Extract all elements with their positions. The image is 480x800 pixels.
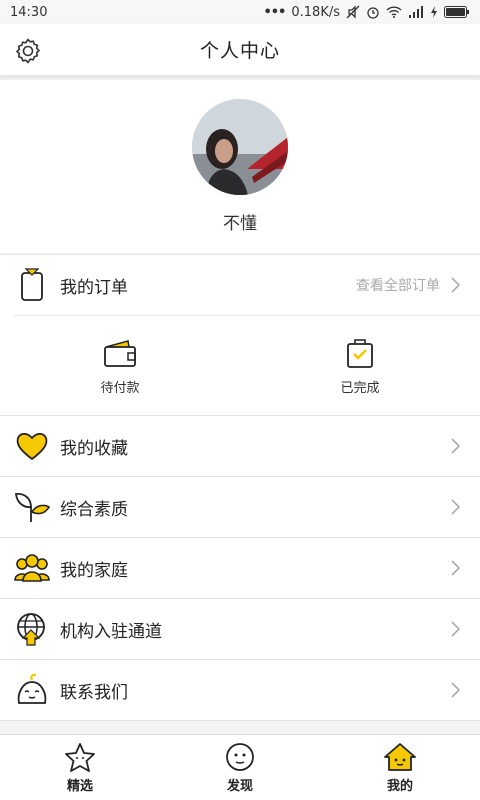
menu-item-label: 机构入驻通道 — [60, 621, 162, 642]
profile-section: 不懂 — [0, 80, 480, 253]
sprout-icon — [14, 489, 50, 525]
settings-button[interactable] — [12, 35, 44, 67]
pending-payment-label: 待付款 — [100, 380, 140, 396]
username: 不懂 — [223, 214, 257, 234]
header: 个人中心 — [0, 24, 480, 76]
menu-item-label: 我的家庭 — [60, 560, 128, 581]
chevron-right-icon — [451, 682, 460, 698]
nav-label: 我的 — [386, 779, 413, 794]
smile-sprout-icon — [14, 672, 50, 708]
battery-icon — [444, 6, 469, 18]
heart-icon — [14, 428, 50, 464]
menu-item-label: 我的收藏 — [60, 438, 128, 459]
nav-label: 精选 — [66, 779, 93, 794]
menu-item-favorites[interactable]: 我的收藏 — [0, 416, 480, 477]
menu-item-family[interactable]: 我的家庭 — [0, 538, 480, 599]
status-bar: 14:30 ••• 0.18K/s — [0, 0, 480, 24]
my-orders-row[interactable]: 我的订单 查看全部订单 — [0, 255, 480, 315]
gear-icon — [16, 38, 40, 64]
chevron-right-icon — [451, 560, 460, 576]
house-icon — [383, 741, 417, 773]
mute-icon — [346, 5, 360, 19]
more-dots-icon: ••• — [263, 4, 286, 20]
chevron-right-icon — [451, 277, 460, 293]
nav-discover[interactable]: 发现 — [160, 735, 320, 800]
menu-item-label: 综合素质 — [60, 499, 128, 520]
page-title: 个人中心 — [199, 40, 280, 62]
alarm-icon — [367, 7, 379, 19]
menu-item-label: 联系我们 — [60, 682, 128, 703]
globe-icon — [14, 611, 50, 647]
menu-list: 我的收藏 综合素质 我的家庭 机构入驻通道 联系我们 — [0, 416, 480, 721]
menu-item-institution[interactable]: 机构入驻通道 — [0, 599, 480, 660]
chevron-right-icon — [451, 499, 460, 515]
order-status-row: 待付款 已完成 — [0, 316, 480, 416]
charging-icon — [431, 6, 437, 18]
star-icon — [63, 741, 97, 773]
wallet-icon — [102, 337, 138, 369]
bottom-nav: 精选 发现 我的 — [0, 734, 480, 800]
orders-section: 我的订单 查看全部订单 待付款 已完成 — [0, 254, 480, 416]
status-time: 14:30 — [10, 4, 48, 20]
status-indicators: ••• 0.18K/s — [263, 5, 470, 20]
pending-payment-button[interactable]: 待付款 — [0, 316, 240, 416]
network-speed: 0.18K/s — [291, 4, 340, 20]
view-all-orders-link[interactable]: 查看全部订单 — [356, 275, 440, 295]
chevron-right-icon — [451, 621, 460, 637]
signal-icon — [409, 6, 423, 18]
avatar-photo — [192, 99, 288, 195]
order-list-icon — [14, 267, 50, 303]
avatar[interactable] — [192, 99, 288, 195]
nav-featured[interactable]: 精选 — [0, 735, 160, 800]
face-icon — [223, 741, 257, 773]
chevron-right-icon — [451, 438, 460, 454]
family-icon — [14, 550, 50, 586]
menu-item-contact[interactable]: 联系我们 — [0, 660, 480, 721]
bag-check-icon — [342, 337, 378, 369]
nav-mine[interactable]: 我的 — [320, 735, 480, 800]
nav-label: 发现 — [226, 779, 253, 794]
my-orders-label: 我的订单 — [60, 277, 128, 298]
menu-item-quality[interactable]: 综合素质 — [0, 477, 480, 538]
wifi-icon — [386, 6, 402, 18]
completed-label: 已完成 — [340, 380, 380, 396]
completed-button[interactable]: 已完成 — [240, 316, 480, 416]
